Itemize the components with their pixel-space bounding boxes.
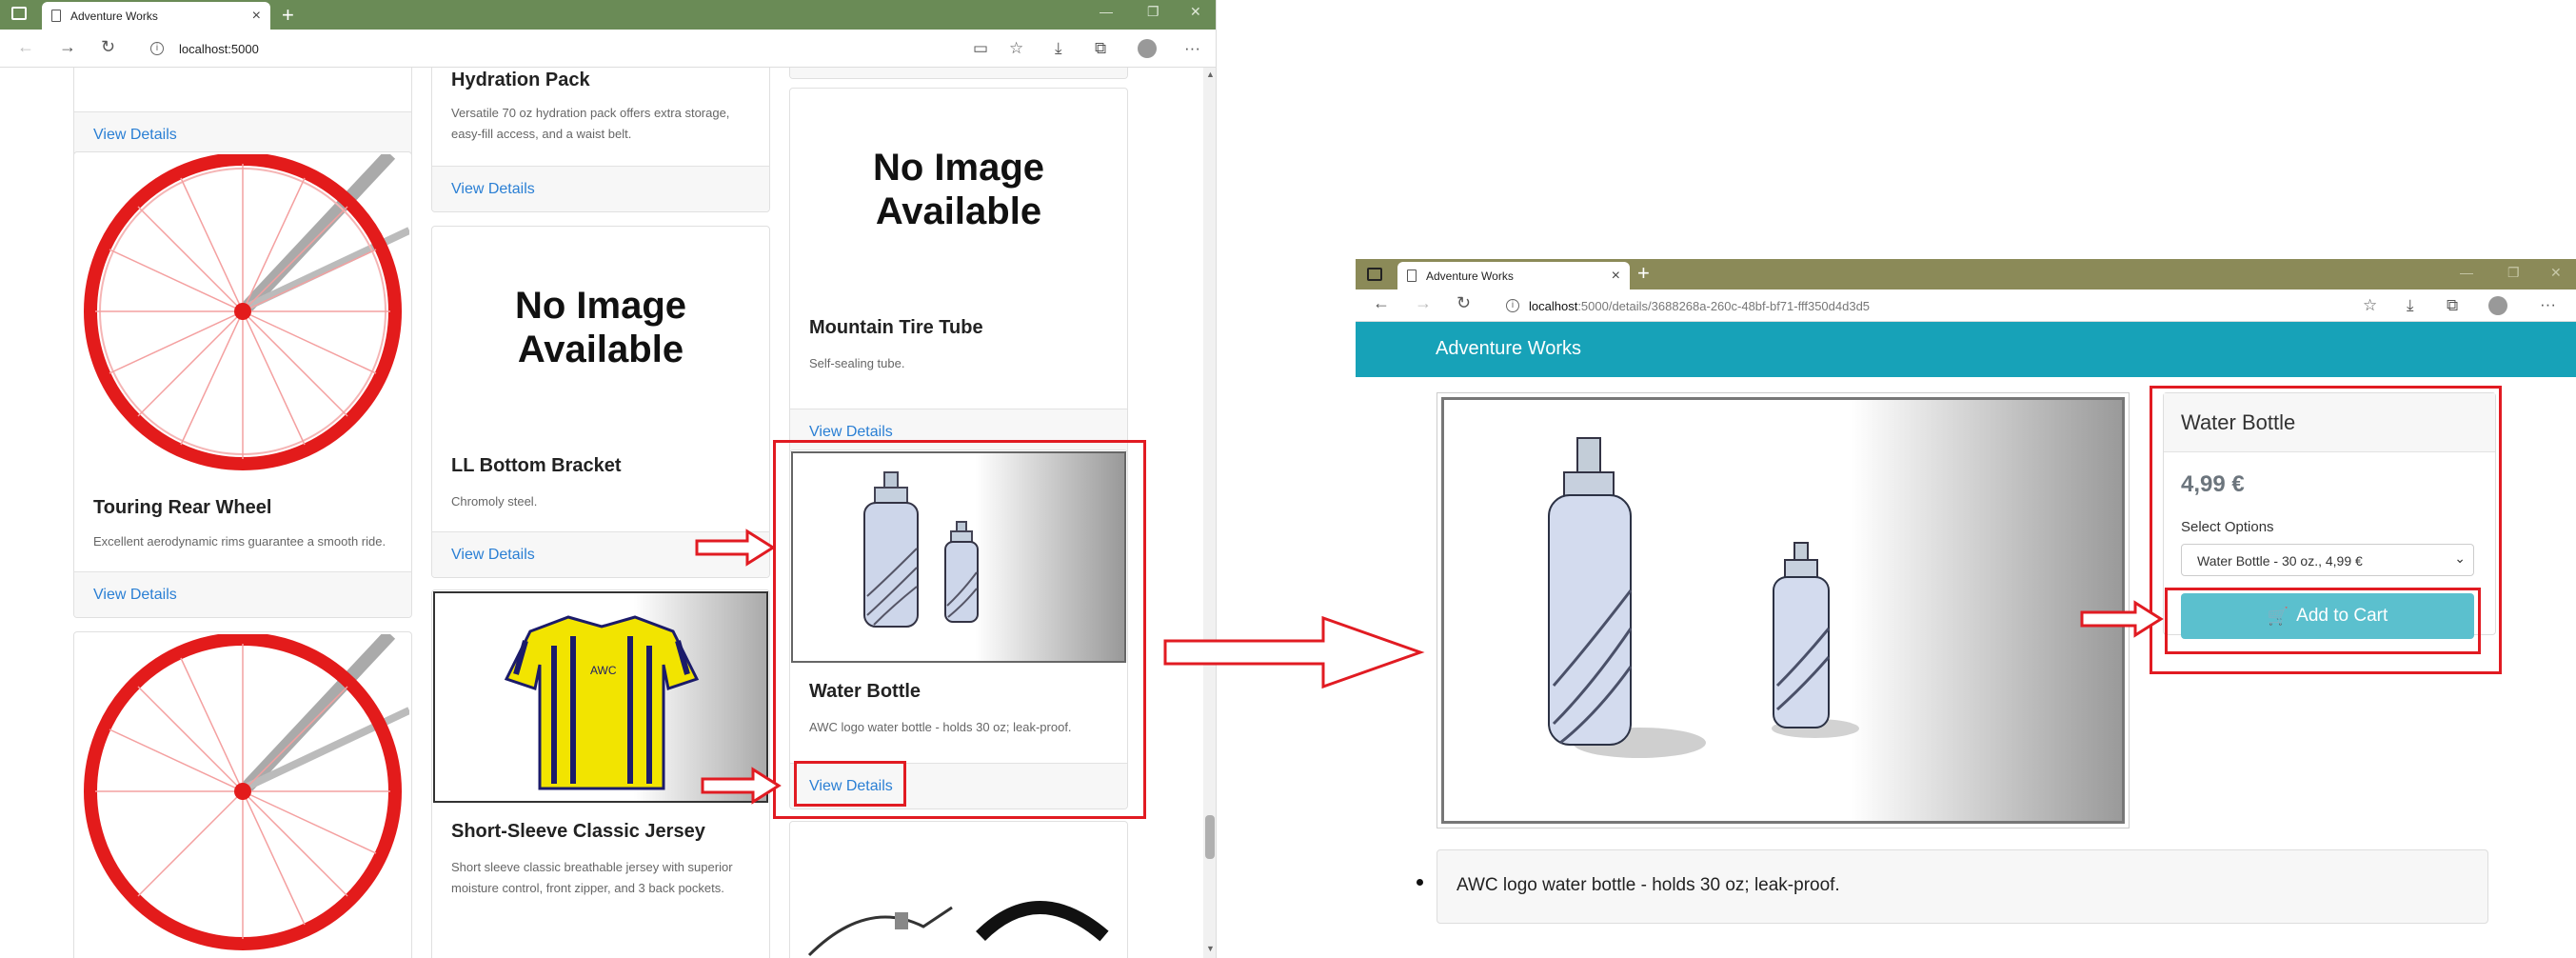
product-description-panel: AWC logo water bottle - holds 30 oz; lea… bbox=[1417, 849, 2488, 924]
new-tab-icon[interactable]: + bbox=[282, 3, 294, 28]
card-footer: View Details bbox=[74, 111, 411, 157]
list-bullet-icon bbox=[1417, 879, 1423, 886]
product-image-wheel bbox=[84, 634, 409, 950]
view-details-link[interactable]: View Details bbox=[93, 127, 177, 144]
product-card-ll-bottom-bracket: No Image Available LL Bottom Bracket Chr… bbox=[431, 226, 770, 578]
scrollbar-thumb[interactable] bbox=[1205, 815, 1215, 859]
card-footer: View Details bbox=[74, 571, 411, 617]
close-window-icon[interactable]: ✕ bbox=[2550, 265, 2562, 281]
forward-icon[interactable]: → bbox=[1415, 293, 1432, 313]
url-text: localhost:5000 bbox=[179, 41, 259, 56]
product-description-text: AWC logo water bottle - holds 30 oz; lea… bbox=[1456, 875, 1840, 895]
tab-bar: Adventure Works × + — ❐ ✕ bbox=[1356, 259, 2576, 289]
product-detail-image bbox=[1437, 392, 2130, 828]
view-details-link[interactable]: View Details bbox=[451, 547, 535, 564]
forward-icon[interactable]: → bbox=[59, 37, 76, 57]
minimize-icon[interactable]: — bbox=[1100, 4, 1113, 19]
view-details-link[interactable]: View Details bbox=[93, 587, 177, 604]
browser-tab[interactable]: Adventure Works × bbox=[1397, 262, 1630, 289]
close-window-icon[interactable]: ✕ bbox=[1190, 4, 1201, 20]
product-image-partial bbox=[807, 901, 1109, 957]
product-image-wheel bbox=[84, 154, 409, 470]
product-description: Self-sealing tube. bbox=[809, 356, 905, 370]
product-card-wheel-2 bbox=[73, 631, 412, 958]
annotation-arrow-to-card bbox=[695, 529, 776, 567]
tab-actions-icon[interactable] bbox=[11, 7, 27, 20]
product-card-touring-rear-wheel: Touring Rear Wheel Excellent aerodynamic… bbox=[73, 151, 412, 618]
collections-icon[interactable]: ⧉ bbox=[1095, 39, 1106, 58]
downloads-icon[interactable]: ⤓ bbox=[1055, 39, 1062, 58]
refresh-icon[interactable]: ↻ bbox=[1456, 293, 1471, 313]
close-tab-icon[interactable]: × bbox=[1612, 268, 1620, 285]
downloads-icon[interactable]: ⤓ bbox=[2407, 296, 2414, 315]
scroll-up-icon[interactable]: ▲ bbox=[1206, 70, 1215, 79]
refresh-icon[interactable]: ↻ bbox=[101, 37, 115, 57]
tab-title: Adventure Works bbox=[70, 9, 158, 23]
product-name: LL Bottom Bracket bbox=[451, 455, 622, 476]
annotation-arrow-to-link bbox=[701, 767, 782, 805]
url-host: localhost bbox=[1529, 298, 1578, 313]
back-icon[interactable]: ← bbox=[1373, 293, 1390, 313]
profile-avatar-icon[interactable] bbox=[1138, 39, 1157, 58]
navbar: Adventure Works bbox=[1356, 322, 2576, 377]
no-image-placeholder: No Image Available bbox=[514, 285, 687, 370]
no-image-placeholder: No Image Available bbox=[872, 147, 1045, 232]
annotation-highlight-view-details bbox=[794, 761, 906, 807]
url-field[interactable]: i localhost:5000 bbox=[143, 35, 923, 62]
back-icon[interactable]: ← bbox=[17, 37, 34, 57]
product-name: Mountain Tire Tube bbox=[809, 317, 983, 338]
product-name: Touring Rear Wheel bbox=[93, 497, 272, 518]
more-icon[interactable]: ··· bbox=[2540, 295, 2556, 314]
tab-title: Adventure Works bbox=[1426, 269, 1514, 283]
url-field[interactable]: i localhost:5000/details/3688268a-260c-4… bbox=[1498, 292, 2260, 319]
view-details-link[interactable]: View Details bbox=[809, 424, 893, 441]
brand-link[interactable]: Adventure Works bbox=[1436, 338, 1581, 360]
product-card-partial-top bbox=[789, 68, 1128, 79]
address-bar: ← → ↻ i localhost:5000/details/3688268a-… bbox=[1356, 289, 2576, 322]
card-footer: View Details bbox=[432, 166, 769, 211]
product-description: Short sleeve classic breathable jersey w… bbox=[451, 860, 733, 895]
product-description: Chromoly steel. bbox=[451, 494, 538, 509]
new-tab-icon[interactable]: + bbox=[1637, 261, 1650, 286]
product-card-partial: View Details bbox=[73, 68, 412, 158]
product-description: Excellent aerodynamic rims guarantee a s… bbox=[93, 534, 386, 549]
restore-icon[interactable]: ❐ bbox=[2507, 265, 2520, 281]
info-icon: i bbox=[150, 42, 164, 55]
product-card-bottle-cage bbox=[789, 821, 1128, 958]
favorite-icon[interactable]: ☆ bbox=[2363, 296, 2377, 315]
page-icon bbox=[51, 10, 61, 22]
view-details-link[interactable]: View Details bbox=[451, 181, 535, 198]
annotation-highlight-add-to-cart bbox=[2165, 588, 2481, 654]
product-card-mountain-tire-tube: No Image Available Mountain Tire Tube Se… bbox=[789, 88, 1128, 455]
jersey-logo-text: AWC bbox=[590, 664, 617, 677]
product-card-hydration-pack: Hydration Pack Versatile 70 oz hydration… bbox=[431, 68, 770, 212]
close-tab-icon[interactable]: × bbox=[252, 8, 261, 25]
tab-bar: Adventure Works × + — ❐ ✕ bbox=[0, 0, 1216, 30]
annotation-arrow-to-add-to-cart bbox=[2080, 600, 2164, 638]
scroll-down-icon[interactable]: ▼ bbox=[1206, 944, 1215, 953]
minimize-icon[interactable]: — bbox=[2460, 265, 2473, 280]
left-browser-window: Adventure Works × + — ❐ ✕ ← → ↻ i localh… bbox=[0, 0, 1217, 958]
product-name: Hydration Pack bbox=[451, 70, 590, 90]
image-frame bbox=[1441, 397, 2125, 824]
more-icon[interactable]: ··· bbox=[1184, 39, 1200, 58]
collections-icon[interactable]: ⧉ bbox=[2447, 296, 2458, 315]
restore-icon[interactable]: ❐ bbox=[1147, 4, 1159, 20]
url-path: :5000/details/3688268a-260c-48bf-bf71-ff… bbox=[1577, 298, 1871, 313]
product-description: Versatile 70 oz hydration pack offers ex… bbox=[451, 106, 730, 141]
page-icon bbox=[1407, 269, 1417, 282]
info-icon: i bbox=[1506, 299, 1519, 312]
tab-actions-icon[interactable] bbox=[1367, 268, 1382, 281]
profile-avatar-icon[interactable] bbox=[2488, 296, 2507, 315]
product-name: Short-Sleeve Classic Jersey bbox=[451, 821, 705, 842]
browser-tab[interactable]: Adventure Works × bbox=[42, 2, 270, 30]
favorite-icon[interactable]: ☆ bbox=[1009, 39, 1023, 58]
vertical-scrollbar[interactable]: ▲ ▼ bbox=[1203, 68, 1216, 958]
address-bar: ← → ↻ i localhost:5000 ▭ ☆ ⤓ ⧉ ··· bbox=[0, 30, 1216, 68]
card-footer bbox=[790, 68, 1127, 78]
reader-view-icon[interactable]: ▭ bbox=[973, 39, 988, 58]
